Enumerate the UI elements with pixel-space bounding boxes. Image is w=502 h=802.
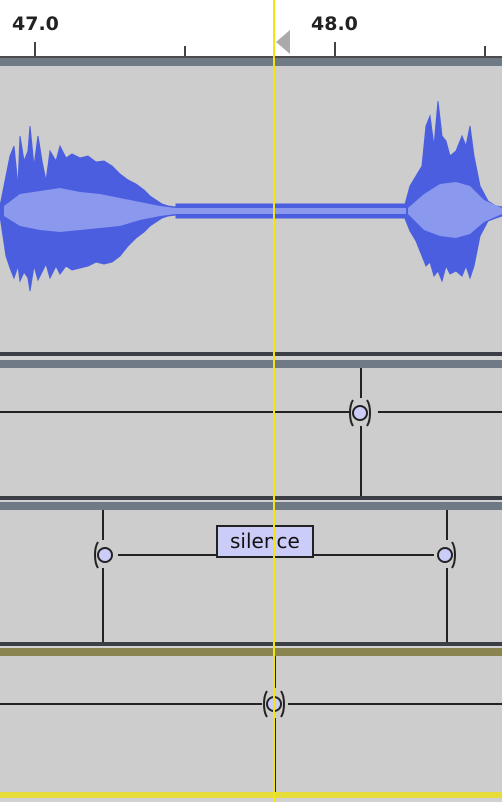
label-track-3[interactable]: [0, 656, 502, 792]
label-track-1-left-line: [0, 411, 350, 413]
label-track-1-top-border: [0, 360, 502, 368]
label-track-2[interactable]: silence: [0, 510, 502, 642]
timeline-ruler[interactable]: 47.0 48.0: [0, 0, 502, 58]
ruler-major-tick: [334, 42, 336, 56]
label-point-handle-icon[interactable]: [349, 398, 371, 428]
silence-label-text[interactable]: silence: [216, 525, 314, 558]
label-track-2-top-border: [0, 502, 502, 510]
label-2-end-marker-bottom: [446, 568, 448, 642]
edit-cursor-line[interactable]: [273, 0, 275, 802]
label-track-3-top-border: [0, 648, 502, 656]
label-track-3-right-line: [288, 703, 502, 705]
label-2-end-marker-top: [446, 510, 448, 540]
label-end-handle-icon[interactable]: [434, 540, 456, 570]
label-track-1[interactable]: [0, 368, 502, 496]
label-track-3-bottom-border: [0, 792, 502, 798]
label-start-handle-icon[interactable]: [94, 540, 116, 570]
audio-track-bottom-border: [0, 352, 502, 356]
audio-track-top-border: [0, 58, 502, 66]
ruler-minor-tick: [184, 46, 186, 56]
play-head-marker-icon[interactable]: [276, 30, 290, 54]
label-track-1-right-line: [378, 411, 502, 413]
label-1-marker-bottom: [360, 426, 362, 496]
ruler-label-47: 47.0: [12, 13, 59, 35]
audio-waveform[interactable]: [0, 66, 502, 356]
ruler-label-48: 48.0: [311, 13, 358, 35]
ruler-minor-tick: [484, 46, 486, 56]
label-track-2-bottom-border: [0, 642, 502, 646]
label-1-marker-top: [360, 368, 362, 398]
label-2-start-marker-bottom: [102, 568, 104, 642]
label-track-3-left-line: [0, 703, 262, 705]
label-2-start-marker-top: [102, 510, 104, 540]
ruler-major-tick: [34, 42, 36, 56]
label-track-1-bottom-border: [0, 496, 502, 500]
